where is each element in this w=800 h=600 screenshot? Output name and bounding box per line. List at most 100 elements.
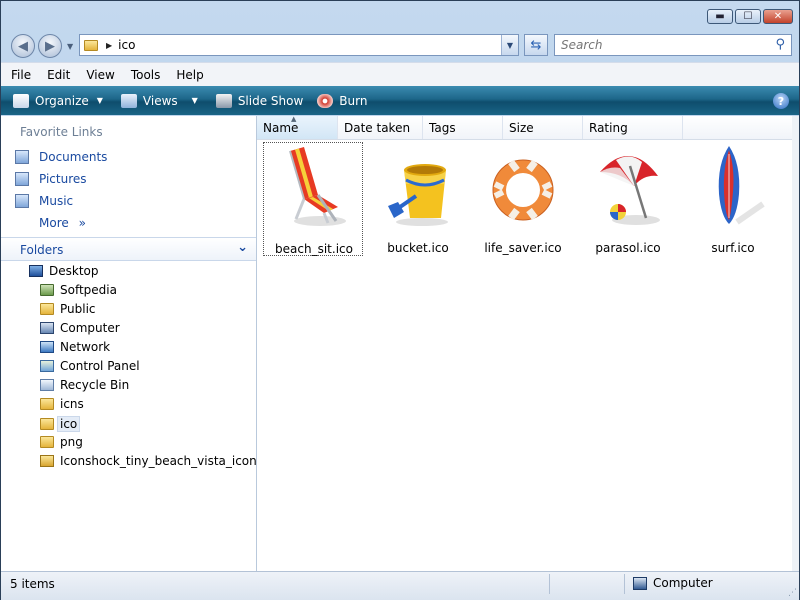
folder-icon — [84, 39, 98, 51]
folder-icon — [40, 436, 54, 448]
vertical-scrollbar[interactable] — [792, 116, 799, 571]
address-bar[interactable]: ▶ ico ▼ — [79, 34, 519, 56]
chevron-down-icon: ▼ — [96, 96, 103, 105]
parasol-icon — [600, 155, 660, 225]
column-header-tags[interactable]: Tags — [423, 116, 503, 139]
close-button[interactable]: ✕ — [763, 9, 793, 24]
item-count: 5 items — [10, 577, 55, 591]
folders-header[interactable]: Folders ⌄ — [1, 237, 256, 261]
double-chevron-icon: » — [78, 216, 86, 230]
computer-icon — [40, 322, 54, 334]
favorite-link-label: Pictures — [39, 172, 87, 186]
file-item[interactable]: beach_sit.ico — [263, 142, 363, 256]
title-bar: ▬ ☐ ✕ — [1, 1, 799, 31]
chevron-down-icon: ▼ — [191, 96, 198, 105]
menu-view[interactable]: View — [80, 68, 120, 82]
back-button[interactable]: ◀ — [11, 34, 35, 58]
favorite-link-label: Music — [39, 194, 74, 208]
column-header-rating[interactable]: Rating — [583, 116, 683, 139]
column-header-size[interactable]: Size — [503, 116, 583, 139]
tree-item-control-panel[interactable]: Control Panel — [40, 359, 140, 373]
refresh-button[interactable]: ⇆ — [524, 34, 548, 56]
more-links[interactable]: More » — [39, 216, 86, 230]
status-divider — [624, 574, 625, 594]
caption-buttons: ▬ ☐ ✕ — [707, 9, 793, 24]
beach-chair-icon — [289, 147, 346, 226]
tree-item-label: Iconshock_tiny_beach_vista_icons.zip — [60, 454, 285, 468]
tree-item-label: png — [60, 435, 83, 449]
slideshow-label: Slide Show — [237, 93, 304, 108]
favorite-link-documents[interactable]: Documents — [15, 150, 107, 164]
tree-item-icns[interactable]: icns — [40, 397, 84, 411]
menu-file[interactable]: File — [5, 68, 37, 82]
back-arrow-icon: ◀ — [18, 38, 28, 54]
views-label: Views — [142, 93, 178, 108]
column-header-date-taken[interactable]: Date taken — [338, 116, 423, 139]
sort-ascending-icon: ▲ — [291, 115, 297, 123]
slideshow-button[interactable]: Slide Show — [215, 93, 304, 108]
menu-help[interactable]: Help — [170, 68, 209, 82]
breadcrumb-separator-icon[interactable]: ▶ — [106, 41, 112, 50]
search-box[interactable]: ⚲ — [554, 34, 792, 56]
recent-pages-dropdown[interactable]: ▼ — [67, 42, 73, 51]
tree-item-ico[interactable]: ico — [40, 416, 81, 432]
resize-grip[interactable]: ⋰ — [788, 588, 797, 598]
favorite-link-music[interactable]: Music — [15, 194, 73, 208]
tree-item-network[interactable]: Network — [40, 340, 110, 354]
zip-folder-icon — [40, 455, 54, 467]
tree-item-recycle-bin[interactable]: Recycle Bin — [40, 378, 129, 392]
recycle-bin-icon — [40, 379, 54, 391]
maximize-button[interactable]: ☐ — [735, 9, 761, 24]
search-input[interactable] — [559, 37, 763, 53]
column-label: Tags — [429, 121, 456, 135]
organize-button[interactable]: Organize ▼ — [13, 93, 103, 108]
navigation-bar: ◀ ▶ ▼ ▶ ico ▼ ⇆ ⚲ — [1, 31, 799, 59]
tree-item-zip[interactable]: Iconshock_tiny_beach_vista_icons.zip — [40, 454, 284, 468]
tree-item-desktop[interactable]: Desktop — [29, 264, 99, 278]
organize-icon — [13, 93, 29, 108]
breadcrumb-ico[interactable]: ico — [118, 38, 135, 52]
menu-tools[interactable]: Tools — [125, 68, 167, 82]
file-name: beach_sit.ico — [275, 242, 353, 256]
file-item[interactable]: parasol.ico — [578, 142, 678, 256]
help-icon[interactable]: ? — [773, 93, 789, 109]
file-item[interactable]: surf.ico — [683, 142, 783, 256]
menu-edit[interactable]: Edit — [41, 68, 76, 82]
zone-label: Computer — [653, 576, 713, 590]
views-button[interactable]: Views ▼ — [120, 93, 198, 108]
tree-item-label: Computer — [60, 321, 120, 335]
file-item[interactable]: life_saver.ico — [473, 142, 573, 256]
tree-item-label: Recycle Bin — [60, 378, 130, 392]
column-header-name[interactable]: ▲ Name — [257, 115, 338, 139]
refresh-icon: ⇆ — [530, 37, 542, 53]
tree-item-label: Desktop — [49, 264, 99, 278]
tree-item-label: Softpedia — [60, 283, 117, 297]
file-name: parasol.ico — [595, 241, 661, 255]
burn-button[interactable]: Burn — [317, 93, 367, 108]
file-item[interactable]: bucket.ico — [368, 142, 468, 256]
tree-item-public[interactable]: Public — [40, 302, 96, 316]
address-dropdown-button[interactable]: ▼ — [501, 35, 518, 55]
search-icon[interactable]: ⚲ — [775, 37, 785, 52]
control-panel-icon — [40, 360, 54, 372]
file-name: bucket.ico — [387, 241, 449, 255]
tree-item-label: ico — [57, 416, 81, 432]
column-label: Name — [263, 121, 299, 135]
minimize-button[interactable]: ▬ — [707, 9, 733, 24]
slideshow-icon — [215, 93, 232, 108]
file-name: surf.ico — [711, 241, 755, 255]
folder-icon — [40, 303, 54, 315]
forward-button[interactable]: ▶ — [38, 34, 62, 58]
tree-item-softpedia[interactable]: Softpedia — [40, 283, 117, 297]
favorite-link-pictures[interactable]: Pictures — [15, 172, 87, 186]
tree-item-computer[interactable]: Computer — [40, 321, 120, 335]
explorer-window: ▬ ☐ ✕ ◀ ▶ ▼ ▶ ico ▼ ⇆ ⚲ File Edit View T… — [0, 0, 800, 600]
command-bar: Organize ▼ Views ▼ Slide Show Burn ? — [1, 86, 799, 115]
status-bar: 5 items Computer ⋰ — [1, 571, 799, 600]
column-label: Rating — [589, 121, 628, 135]
column-header-row: ▲ Name Date taken Tags Size Rating — [257, 115, 792, 140]
chevron-down-icon[interactable]: ⌄ — [237, 240, 248, 255]
favorite-link-label: Documents — [39, 150, 108, 164]
folders-title: Folders — [20, 243, 64, 257]
tree-item-png[interactable]: png — [40, 435, 83, 449]
